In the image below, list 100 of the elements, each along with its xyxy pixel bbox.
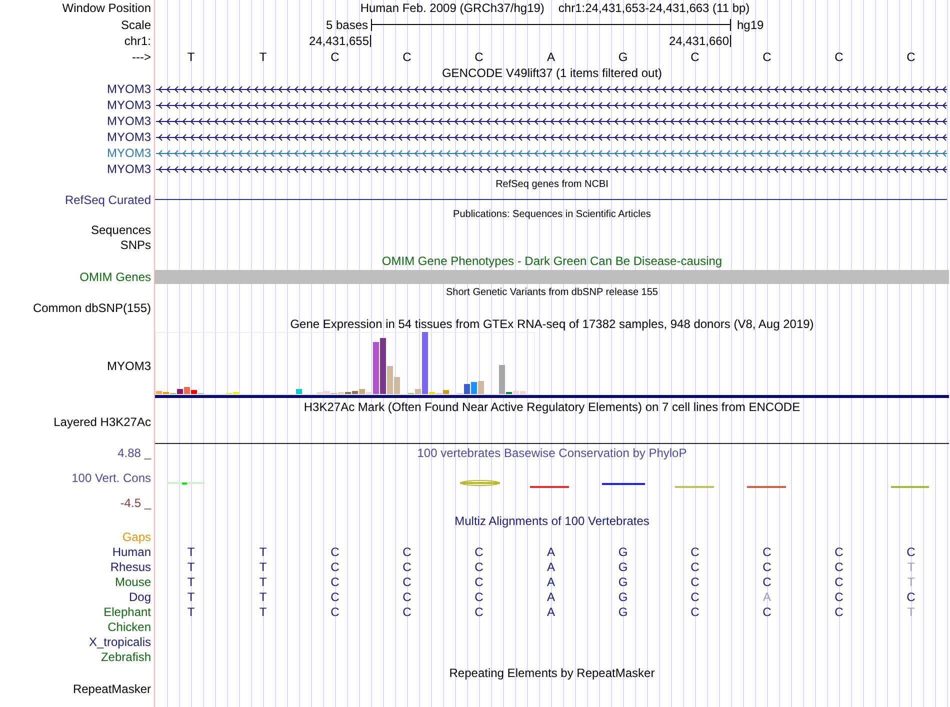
base-letter: C [402, 50, 412, 62]
base-letter: C [690, 546, 700, 558]
base-letter: G [618, 546, 628, 558]
track-title: Publications: Sequences in Scientific Articles [453, 210, 651, 220]
track-label[interactable]: SNPs [120, 238, 151, 250]
base-letter: C [834, 560, 844, 572]
gene-strand-line[interactable] [156, 102, 947, 109]
track-label[interactable]: Layered H3K27Ac [54, 416, 151, 428]
base-letter: C [906, 50, 916, 62]
base-letter: C [834, 50, 844, 62]
base-letter: A [546, 546, 555, 558]
base-letter: C [330, 590, 340, 602]
base-letter: T [187, 576, 195, 588]
base-letter: C [690, 590, 700, 602]
base-letter: C [834, 576, 844, 588]
track-label[interactable]: Human [112, 546, 151, 558]
gene-label[interactable]: MYOM3 [106, 115, 151, 127]
track-label[interactable]: -4.5 _ [120, 497, 151, 509]
base-letter: C [474, 50, 484, 62]
gene-label[interactable]: MYOM3 [106, 147, 151, 159]
gene-label[interactable]: MYOM3 [106, 163, 151, 175]
base-letter: G [618, 590, 628, 602]
track-label[interactable]: X_tropicalis [88, 636, 151, 648]
base-letter: C [834, 546, 844, 558]
base-letter: T [259, 590, 267, 602]
base-letter: C [330, 546, 340, 558]
base-letter: G [618, 560, 628, 572]
track-label[interactable]: 100 Vert. Cons [72, 472, 151, 484]
base-letter: T [187, 590, 195, 602]
gene-label[interactable]: MYOM3 [106, 131, 151, 143]
track-title: OMIM Gene Phenotypes - Dark Green Can Be Disease-causing [382, 254, 722, 266]
scale-label: 5 bases [326, 18, 369, 30]
base-letter: A [546, 606, 555, 618]
track-label[interactable]: 4.88 _ [118, 447, 151, 459]
track-label[interactable]: Elephant [104, 606, 151, 618]
track-title: RefSeq genes from NCBI [496, 180, 608, 190]
base-letter: T [259, 560, 267, 572]
track-label[interactable]: MYOM3 [106, 360, 151, 372]
base-letter: T [259, 546, 267, 558]
base-letter: T [907, 576, 915, 588]
base-letter: C [762, 546, 772, 558]
base-letter: T [259, 606, 267, 618]
track-title: 100 vertebrates Basewise Conservation by PhyloP [417, 447, 687, 459]
gene-strand-line[interactable] [156, 134, 947, 141]
track-title: Repeating Elements by RepeatMasker [449, 666, 655, 678]
base-letter: C [762, 560, 772, 572]
coordinate-label: 24,431,655 [308, 35, 371, 47]
gene-strand-line[interactable] [156, 118, 947, 125]
base-letter: C [906, 546, 916, 558]
track-title: Multiz Alignments of 100 Vertebrates [454, 514, 650, 526]
track-title: GENCODE V49lift37 (1 items filtered out) [442, 66, 662, 78]
base-letter: C [330, 576, 340, 588]
base-letter: C [690, 576, 700, 588]
base-letter: T [907, 560, 915, 572]
gene-label[interactable]: MYOM3 [106, 83, 151, 95]
base-letter: C [474, 560, 484, 572]
track-title: H3K27Ac Mark (Often Found Near Active Regulatory Elements) on 7 cell lines from ENCODE [304, 400, 800, 412]
genome-title: Human Feb. 2009 (GRCh37/hg19) [360, 2, 544, 14]
track-label[interactable]: ---> [132, 50, 151, 62]
base-letter: T [259, 576, 267, 588]
assembly-label: hg19 [736, 18, 765, 30]
base-letter: C [474, 606, 484, 618]
track-label[interactable]: Window Position [62, 2, 151, 14]
track-label[interactable]: Zebrafish [100, 650, 151, 662]
base-letter: C [330, 560, 340, 572]
base-letter: G [618, 576, 628, 588]
base-letter: C [330, 606, 340, 618]
track-label[interactable]: Dog [128, 590, 151, 602]
gene-label[interactable]: MYOM3 [106, 99, 151, 111]
base-letter: C [834, 606, 844, 618]
track-label[interactable]: OMIM Genes [80, 271, 151, 283]
track-label[interactable]: RefSeq Curated [64, 194, 151, 206]
base-letter: C [402, 606, 412, 618]
base-letter: C [474, 546, 484, 558]
track-label[interactable]: Sequences [90, 224, 151, 236]
track-label[interactable]: Chicken [108, 620, 151, 632]
base-letter: C [834, 590, 844, 602]
base-letter: T [187, 50, 195, 62]
base-letter: G [618, 50, 628, 62]
track-label[interactable]: Common dbSNP(155) [32, 302, 151, 314]
base-letter: C [762, 50, 772, 62]
base-letter: A [762, 590, 771, 602]
base-letter: C [474, 576, 484, 588]
base-letter: T [259, 50, 267, 62]
base-letter: G [618, 606, 628, 618]
track-label[interactable]: chr1: [124, 35, 151, 47]
track-label[interactable]: Rhesus [110, 560, 151, 572]
track-title: Short Genetic Variants from dbSNP release 155 [446, 288, 658, 298]
base-letter: T [187, 546, 195, 558]
base-letter: T [187, 606, 195, 618]
track-label[interactable]: Scale [120, 18, 151, 30]
track-label[interactable]: RepeatMasker [72, 682, 151, 694]
position-range: chr1:24,431,653-24,431,663 (11 bp) [558, 2, 750, 14]
base-letter: C [474, 590, 484, 602]
track-label[interactable]: Mouse [114, 576, 151, 588]
base-letter: A [546, 590, 555, 602]
gene-strand-line[interactable] [156, 166, 947, 173]
base-letter: C [402, 560, 412, 572]
coordinate-label: 24,431,660 [668, 35, 731, 47]
gene-strand-line[interactable] [156, 86, 947, 93]
